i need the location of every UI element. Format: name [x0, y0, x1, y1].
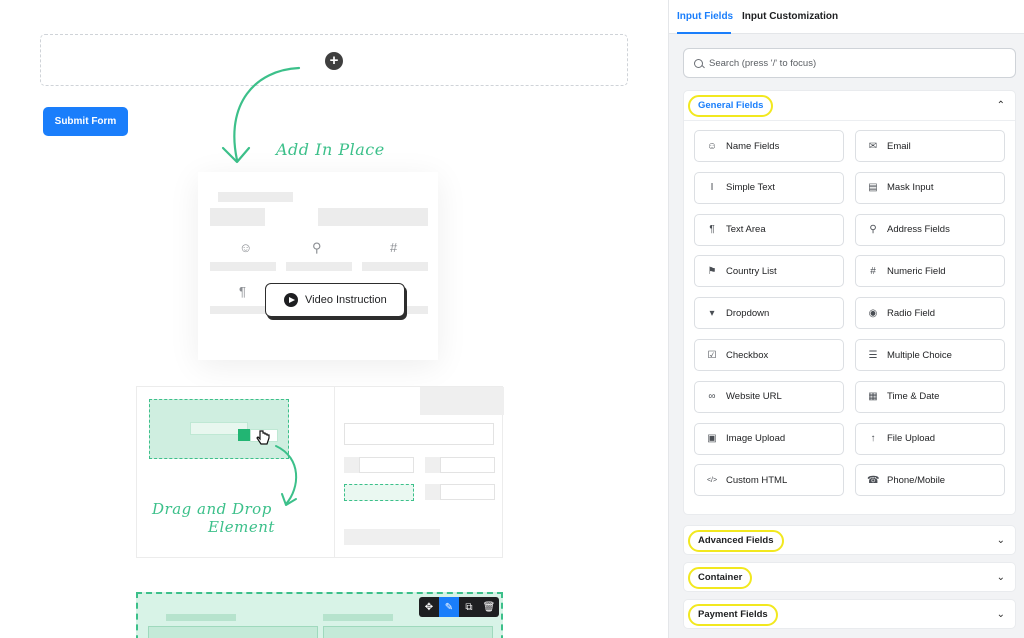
user-icon: ☺ — [706, 140, 718, 152]
field-item-multiple-choice[interactable]: ☰ Multiple Choice — [855, 339, 1005, 371]
field-item-mask-input[interactable]: ▤ Mask Input — [855, 171, 1005, 204]
field-item-file-upload[interactable]: ↑ File Upload — [855, 422, 1005, 455]
video-instruction-label: Video Instruction — [305, 294, 387, 306]
map-pin-icon: ⚲ — [312, 240, 322, 255]
trash-icon[interactable]: 🗑 — [479, 597, 499, 617]
dropdown-icon: ▾ — [709, 307, 715, 319]
radio-icon: ◉ — [868, 307, 878, 319]
general-fields-title[interactable]: General Fields — [688, 95, 774, 117]
field-item-image-upload[interactable]: ▣ Image Upload — [694, 422, 844, 455]
active-tab-indicator — [677, 32, 731, 34]
field-item-checkbox[interactable]: ☑ Checkbox — [694, 339, 844, 371]
payment-fields-section[interactable]: Payment Fields ⌄ — [683, 599, 1016, 629]
hash-icon: # — [870, 265, 876, 277]
field-sidebar: Input Fields Input Customization General… — [668, 0, 1024, 638]
field-item-country-list[interactable]: ⚑ Country List — [694, 255, 844, 288]
flag-icon: ⚑ — [707, 265, 717, 277]
field-item-simple-text[interactable]: I Simple Text — [694, 171, 844, 204]
image-icon: ▣ — [707, 433, 717, 445]
field-item-email[interactable]: ✉ Email — [855, 130, 1005, 162]
paragraph-icon: ¶ — [239, 284, 246, 299]
video-preview: ☺ ⚲ # ¶ — [198, 172, 438, 360]
element-toolbar: ✥ ✎ ⧉ 🗑 — [419, 597, 499, 617]
calendar-icon: ▦ — [868, 391, 878, 403]
general-fields-header[interactable]: General Fields ⌃ — [684, 91, 1015, 121]
code-icon: </> — [706, 476, 718, 484]
field-item-website-url[interactable]: ∞ Website URL — [694, 380, 844, 413]
edit-icon[interactable]: ✎ — [439, 597, 459, 617]
list-icon: ☰ — [868, 349, 878, 361]
field-item-label: Email — [887, 140, 911, 152]
sidebar-tabs: Input Fields Input Customization — [669, 0, 1024, 34]
search-input[interactable] — [709, 57, 999, 69]
field-item-label: Numeric Field — [887, 265, 946, 277]
chevron-down-icon[interactable]: ⌄ — [997, 535, 1005, 546]
field-item-label: Website URL — [726, 391, 782, 403]
checkbox-icon: ☑ — [707, 349, 717, 361]
field-item-phone-mobile[interactable]: ☎ Phone/Mobile — [855, 464, 1005, 497]
drag-drop-caption-line2: Element — [208, 518, 275, 536]
chevron-down-icon[interactable]: ⌄ — [997, 572, 1005, 583]
field-item-label: File Upload — [887, 433, 936, 445]
duplicate-icon[interactable]: ⧉ — [459, 597, 479, 617]
field-search — [683, 48, 1016, 78]
add-field-plus-icon[interactable]: + — [325, 52, 343, 70]
field-item-label: Simple Text — [726, 182, 775, 194]
field-item-numeric-field[interactable]: # Numeric Field — [855, 255, 1005, 288]
chevron-up-icon[interactable]: ⌃ — [997, 100, 1005, 111]
field-item-radio-field[interactable]: ◉ Radio Field — [855, 297, 1005, 330]
text-cursor-icon: I — [710, 182, 714, 194]
paragraph-icon: ¶ — [709, 224, 715, 236]
user-icon: ☺ — [239, 240, 253, 255]
phone-icon: ☎ — [867, 474, 880, 486]
field-item-label: Radio Field — [887, 307, 936, 319]
advanced-fields-title[interactable]: Advanced Fields — [688, 530, 784, 552]
drag-arrow-illustration — [275, 445, 298, 506]
mask-icon: ▤ — [868, 182, 878, 194]
field-item-custom-html[interactable]: </> Custom HTML — [694, 464, 844, 497]
field-item-label: Multiple Choice — [887, 349, 952, 361]
field-item-label: Checkbox — [726, 349, 769, 361]
form-canvas: + Submit Form Add In Place ☺ ⚲ # ¶ Video… — [0, 0, 668, 638]
map-pin-icon: ⚲ — [869, 224, 877, 236]
field-item-address-fields[interactable]: ⚲ Address Fields — [855, 213, 1005, 246]
tab-input-customization[interactable]: Input Customization — [742, 11, 838, 22]
field-item-label: Phone/Mobile — [887, 474, 946, 486]
hand-cursor-icon — [256, 430, 270, 445]
field-item-time-date[interactable]: ▦ Time & Date — [855, 380, 1005, 413]
general-fields-section: General Fields ⌃ ☺ Name Fields ✉ Email I Simp… — [683, 90, 1016, 515]
field-item-label: Dropdown — [726, 307, 770, 319]
field-item-dropdown[interactable]: ▾ Dropdown — [694, 297, 844, 330]
container-title[interactable]: Container — [688, 567, 753, 589]
drag-drop-caption: Drag and Drop Element — [152, 500, 275, 536]
field-item-label: Address Fields — [887, 224, 950, 236]
play-icon — [284, 293, 298, 307]
search-icon — [694, 58, 703, 68]
field-item-label: Text Area — [726, 224, 766, 236]
link-icon: ∞ — [708, 391, 716, 403]
field-item-label: Time & Date — [887, 391, 940, 403]
field-item-label: Mask Input — [887, 182, 934, 194]
tab-input-fields[interactable]: Input Fields — [677, 11, 733, 22]
field-item-label: Country List — [726, 265, 777, 277]
dragged-element — [149, 399, 289, 459]
upload-icon: ↑ — [870, 433, 876, 445]
move-icon[interactable]: ✥ — [419, 597, 439, 617]
payment-fields-title[interactable]: Payment Fields — [688, 604, 778, 626]
chevron-down-icon[interactable]: ⌄ — [997, 609, 1005, 620]
envelope-icon: ✉ — [868, 140, 878, 152]
container-section[interactable]: Container ⌄ — [683, 562, 1016, 592]
video-instruction-button[interactable]: Video Instruction — [265, 283, 405, 317]
field-item-label: Image Upload — [726, 433, 786, 445]
hash-icon: # — [390, 240, 398, 255]
field-item-label: Name Fields — [726, 140, 780, 152]
submit-form-button[interactable]: Submit Form — [43, 107, 128, 136]
add-in-place-caption: Add In Place — [276, 140, 385, 159]
drag-drop-caption-line1: Drag and Drop — [152, 500, 272, 518]
advanced-fields-section[interactable]: Advanced Fields ⌄ — [683, 525, 1016, 555]
field-item-text-area[interactable]: ¶ Text Area — [694, 213, 844, 246]
field-item-label: Custom HTML — [726, 474, 788, 486]
field-item-name-fields[interactable]: ☺ Name Fields — [694, 130, 844, 162]
